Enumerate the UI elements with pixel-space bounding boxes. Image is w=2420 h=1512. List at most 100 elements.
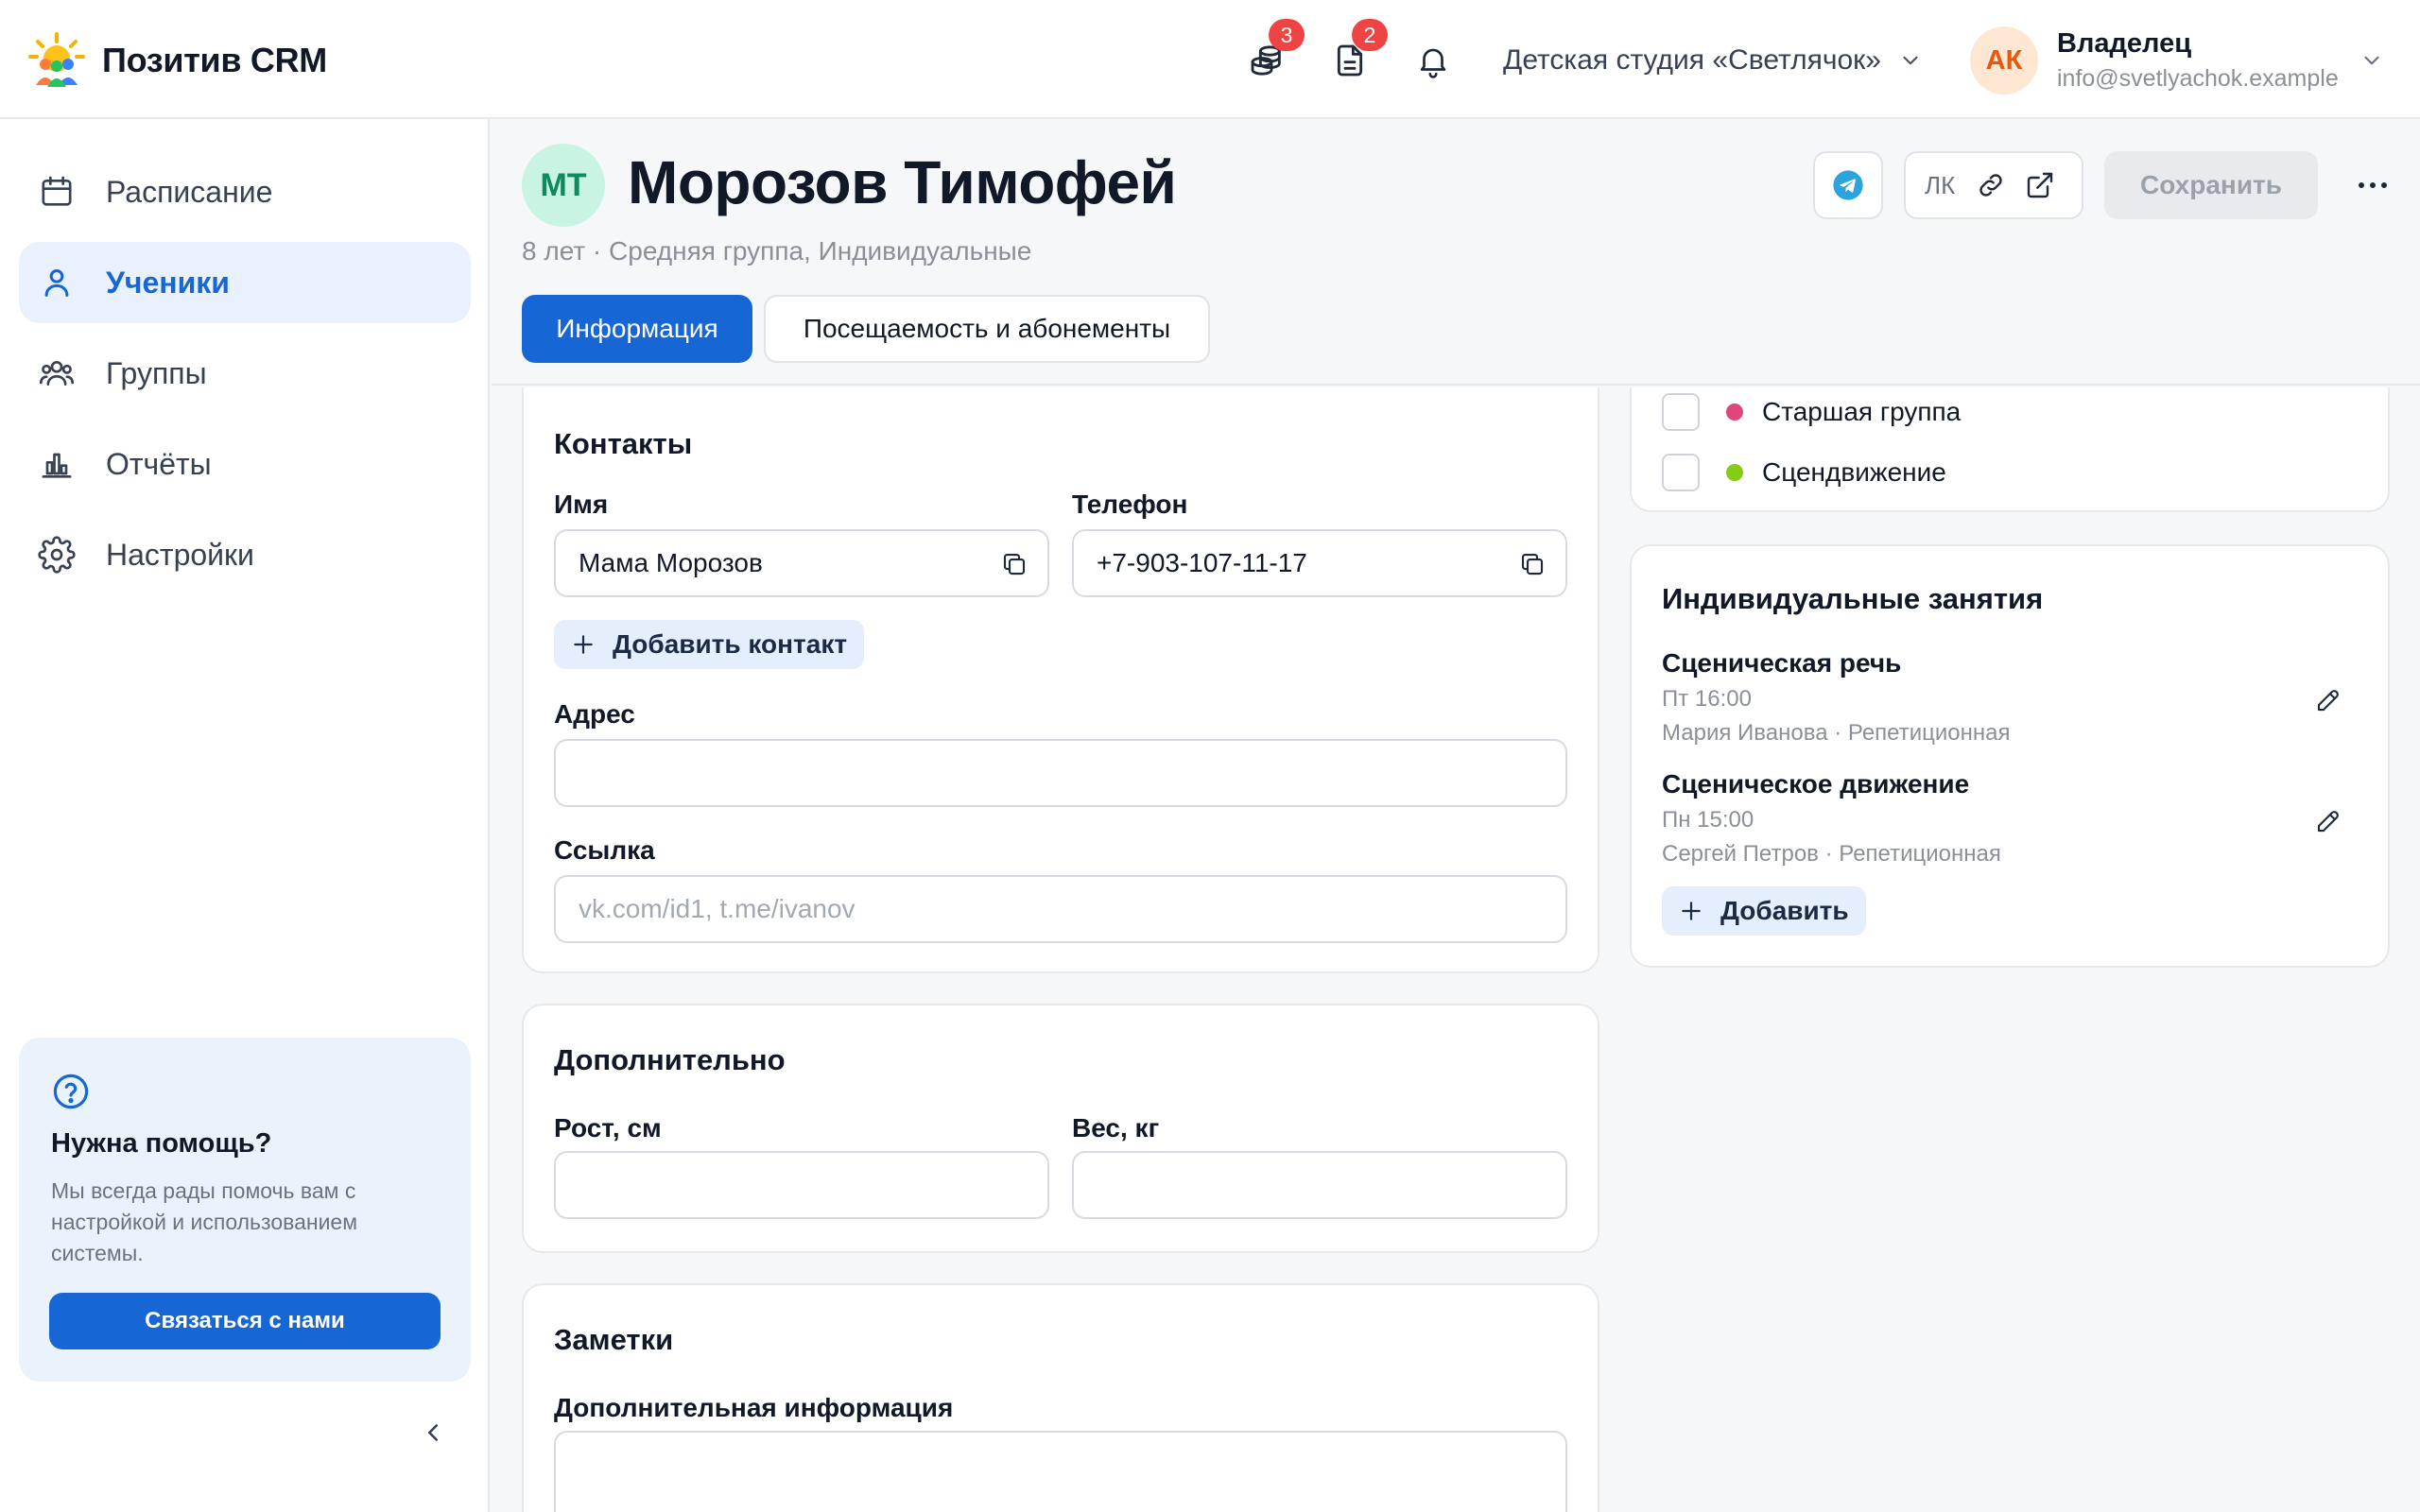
name-label: Имя bbox=[554, 490, 609, 519]
chart-icon bbox=[38, 445, 76, 483]
add-lesson-button[interactable]: Добавить bbox=[1662, 886, 1866, 936]
notes-info-label: Дополнительная информация bbox=[554, 1393, 954, 1422]
link-placeholder: vk.com/id1, t.me/ivanov bbox=[579, 894, 856, 923]
group-name: Сцендвижение bbox=[1762, 457, 1946, 487]
lesson-title: Сценическая речь bbox=[1662, 648, 1902, 678]
lesson-title: Сценическое движение bbox=[1662, 769, 1970, 799]
bell-icon bbox=[1415, 43, 1451, 78]
contact-us-button[interactable]: Связаться с нами bbox=[49, 1293, 441, 1349]
studio-selector[interactable]: Детская студия «Светлячок» bbox=[1503, 38, 1923, 83]
sidebar-item-groups[interactable]: Группы bbox=[19, 333, 471, 414]
sidebar-item-students[interactable]: Ученики bbox=[19, 242, 471, 323]
contact-name-input[interactable]: Мама Морозов bbox=[554, 529, 1049, 597]
help-text: Мы всегда рады помочь вам с настройкой и… bbox=[51, 1178, 358, 1265]
sidebar-item-settings[interactable]: Настройки bbox=[19, 514, 471, 595]
pencil-icon[interactable] bbox=[2314, 686, 2342, 714]
lesson-time: Пт 16:00 bbox=[1662, 686, 1752, 712]
group-color-dot bbox=[1726, 404, 1743, 421]
group-row[interactable]: Старшая группа bbox=[1662, 393, 1961, 431]
lesson-item[interactable]: Сценическое движение Пн 15:00 Сергей Пет… bbox=[1662, 769, 2361, 868]
calendar-icon bbox=[38, 173, 76, 211]
chevron-down-icon bbox=[1898, 48, 1923, 73]
telegram-button[interactable] bbox=[1813, 151, 1883, 219]
link-icon[interactable] bbox=[1976, 170, 2006, 200]
contact-name-value: Мама Морозов bbox=[579, 548, 763, 577]
more-options-button[interactable] bbox=[2354, 166, 2392, 204]
user-menu[interactable]: АК Владелец info@svetlyachok.example bbox=[1970, 26, 2384, 94]
contacts-title: Контакты bbox=[554, 427, 693, 460]
add-contact-button[interactable]: Добавить контакт bbox=[554, 620, 865, 669]
plus-icon bbox=[571, 632, 596, 657]
payments-button[interactable]: 3 bbox=[1244, 19, 1305, 83]
student-subtitle: 8 лет · Средняя группа, Индивидуальные bbox=[522, 236, 1032, 266]
documents-badge: 2 bbox=[1352, 19, 1388, 51]
chevron-left-icon bbox=[419, 1418, 447, 1447]
tab-attendance[interactable]: Посещаемость и абонементы bbox=[764, 295, 1210, 363]
user-icon bbox=[38, 264, 76, 301]
individual-lessons-card: Индивидуальные занятия Сценическая речь … bbox=[1630, 544, 2390, 968]
question-circle-icon bbox=[51, 1072, 91, 1111]
personal-account-group: ЛК bbox=[1904, 151, 2083, 219]
sidebar-item-schedule[interactable]: Расписание bbox=[19, 151, 471, 232]
student-header: МТ Морозов Тимофей 8 лет · Средняя групп… bbox=[492, 119, 2420, 386]
lesson-meta: Сергей Петров · Репетиционная bbox=[1662, 841, 2001, 867]
contact-phone-input[interactable]: +7-903-107-11-17 bbox=[1072, 529, 1567, 597]
help-title: Нужна помощь? bbox=[51, 1128, 272, 1159]
additional-title: Дополнительно bbox=[554, 1043, 786, 1076]
more-horizontal-icon bbox=[2356, 180, 2390, 191]
group-row[interactable]: Сцендвижение bbox=[1662, 454, 1946, 491]
top-bar: Позитив CRM 3 2 Детская студия «Светлячо… bbox=[0, 0, 2420, 119]
telegram-icon bbox=[1832, 169, 1864, 201]
brand-name: Позитив CRM bbox=[102, 41, 327, 79]
sidebar-item-label: Отчёты bbox=[106, 446, 212, 481]
sidebar-item-label: Настройки bbox=[106, 537, 254, 572]
address-input[interactable] bbox=[554, 739, 1567, 807]
link-input[interactable]: vk.com/id1, t.me/ivanov bbox=[554, 875, 1567, 943]
additional-card: Дополнительно Рост, см Вес, кг bbox=[522, 1004, 1599, 1253]
lesson-item[interactable]: Сценическая речь Пт 16:00 Мария Иванова … bbox=[1662, 648, 2361, 747]
add-contact-label: Добавить контакт bbox=[613, 629, 848, 659]
notes-card: Заметки Дополнительная информация bbox=[522, 1283, 1599, 1512]
gear-icon bbox=[38, 536, 76, 574]
sidebar-item-label: Группы bbox=[106, 355, 207, 390]
brand[interactable]: Позитив CRM bbox=[26, 32, 327, 89]
help-card: Нужна помощь? Мы всегда рады помочь вам … bbox=[19, 1038, 471, 1382]
sidebar-item-reports[interactable]: Отчёты bbox=[19, 423, 471, 505]
height-input[interactable] bbox=[554, 1151, 1049, 1219]
users-icon bbox=[38, 354, 76, 392]
height-label: Рост, см bbox=[554, 1113, 662, 1143]
groups-card: Старшая группа Сцендвижение bbox=[1630, 387, 2390, 512]
collapse-sidebar-button[interactable] bbox=[414, 1414, 452, 1452]
notes-textarea[interactable] bbox=[554, 1431, 1567, 1512]
lk-label: ЛК bbox=[1925, 170, 1956, 199]
address-label: Адрес bbox=[554, 699, 635, 729]
weight-input[interactable] bbox=[1072, 1151, 1567, 1219]
copy-icon[interactable] bbox=[1518, 550, 1547, 578]
notifications-button[interactable] bbox=[1410, 38, 1456, 83]
student-avatar: МТ bbox=[522, 144, 605, 227]
pencil-icon[interactable] bbox=[2314, 807, 2342, 835]
weight-label: Вес, кг bbox=[1072, 1113, 1160, 1143]
save-button[interactable]: Сохранить bbox=[2104, 151, 2318, 219]
main-content: Контакты Имя Мама Морозов Телефон +7-903… bbox=[492, 387, 2420, 1512]
group-checkbox[interactable] bbox=[1662, 454, 1700, 491]
group-checkbox[interactable] bbox=[1662, 393, 1700, 431]
notes-title: Заметки bbox=[554, 1323, 674, 1356]
individual-title: Индивидуальные занятия bbox=[1662, 582, 2044, 615]
chevron-down-icon bbox=[2360, 48, 2384, 73]
copy-icon[interactable] bbox=[1000, 550, 1028, 578]
tab-information[interactable]: Информация bbox=[522, 295, 752, 363]
user-role: Владелец bbox=[2057, 28, 2192, 59]
payments-badge: 3 bbox=[1269, 19, 1305, 51]
sidebar-item-label: Ученики bbox=[106, 265, 230, 300]
sun-kids-logo-icon bbox=[26, 30, 87, 91]
group-name: Старшая группа bbox=[1762, 397, 1962, 426]
link-label: Ссылка bbox=[554, 835, 655, 865]
contacts-card: Контакты Имя Мама Морозов Телефон +7-903… bbox=[522, 387, 1599, 973]
lesson-time: Пн 15:00 bbox=[1662, 807, 1754, 833]
lesson-meta: Мария Иванова · Репетиционная bbox=[1662, 720, 2011, 746]
external-link-icon[interactable] bbox=[2025, 170, 2055, 200]
sidebar-item-label: Расписание bbox=[106, 174, 273, 209]
documents-button[interactable]: 2 bbox=[1327, 19, 1388, 83]
contact-phone-value: +7-903-107-11-17 bbox=[1097, 548, 1307, 577]
